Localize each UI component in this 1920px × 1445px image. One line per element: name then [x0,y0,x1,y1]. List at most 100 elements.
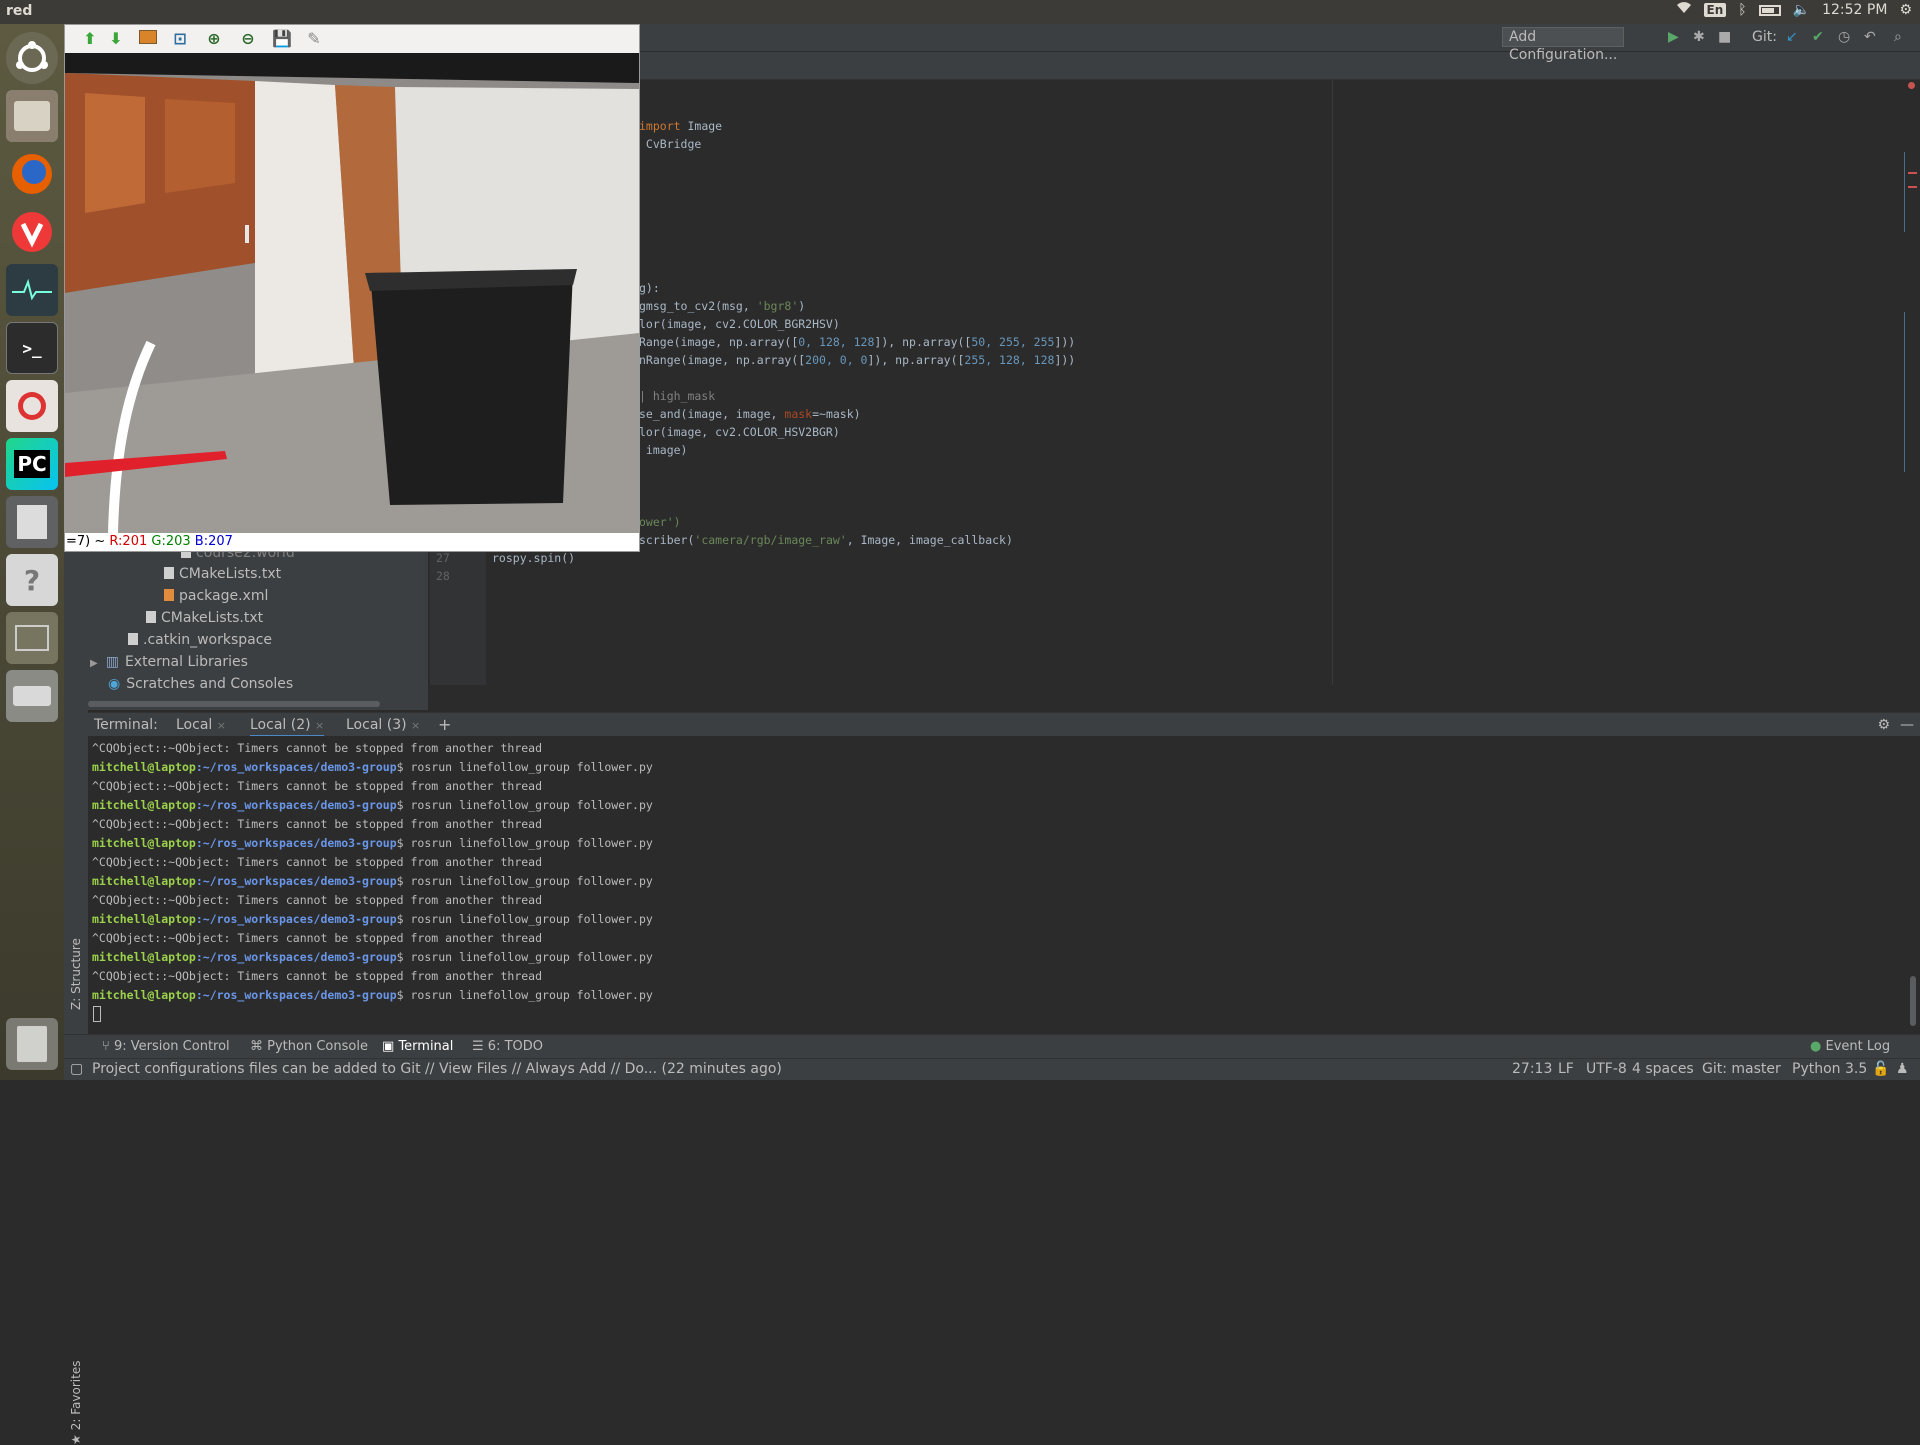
ubuntu-dash-icon[interactable] [6,32,58,84]
branch-icon: ⑂ [102,1039,110,1054]
tree-item-catkin-workspace[interactable]: .catkin_workspace [128,632,272,648]
code-line[interactable]: rospy.spin() [492,551,575,565]
battery-icon[interactable] [1758,4,1781,16]
code-line[interactable]: ower') [639,515,681,529]
tree-item-package-xml[interactable]: package.xml [164,588,268,604]
trash-icon[interactable] [6,1018,58,1070]
code-line[interactable]: CvBridge [639,137,701,151]
git-commit-icon[interactable]: ✔ [1812,29,1824,45]
structure-tool-button[interactable]: Z: Structure [69,938,83,1010]
terminal-prompt-line: mitchell@laptop:~/ros_workspaces/demo3-g… [92,760,653,774]
code-line[interactable]: se_and(image, image, mask=~mask) [639,407,861,421]
code-line[interactable]: image) [639,443,688,457]
arrow-up-icon[interactable]: ⬆ [79,29,101,49]
terminal-tab[interactable]: ▣ Terminal [382,1039,453,1054]
status-bar: ▢ Project configurations files can be ad… [64,1058,1920,1080]
workspace-switcher-icon[interactable] [6,612,58,664]
indent-setting[interactable]: 4 spaces [1632,1061,1694,1077]
keyboard-layout-indicator[interactable]: En [1703,3,1727,17]
zoom-in-icon[interactable]: ⊕ [203,29,225,49]
code-line[interactable]: g): [639,281,660,295]
project-tree: course2.world CMakeLists.txt package.xml… [88,545,428,710]
save-icon[interactable]: 💾 [271,29,293,49]
version-control-tab[interactable]: ⑂ 9: Version Control [102,1039,230,1054]
tree-item-cmakelists[interactable]: CMakeLists.txt [164,566,281,582]
tab-local-3[interactable]: Local (3) × [346,717,420,733]
file-encoding[interactable]: UTF-8 [1586,1061,1627,1077]
arrow-down-icon[interactable]: ⬇ [105,29,127,49]
fit-view-icon[interactable]: ⊡ [169,29,191,49]
pixel-green: G:203 [151,534,191,549]
history-icon[interactable]: ◷ [1838,29,1850,45]
code-line[interactable]: lor(image, cv2.COLOR_BGR2HSV) [639,317,840,331]
new-tab-button[interactable]: + [438,715,451,734]
python-interpreter[interactable]: Python 3.5 [1792,1061,1867,1077]
tree-horizontal-scrollbar[interactable] [88,701,380,707]
files-icon[interactable] [6,90,58,142]
code-line[interactable]: nRange(image, np.array([200, 0, 0]), np.… [639,353,1075,367]
zoom-out-icon[interactable]: ⊖ [237,29,259,49]
terminal-line: ^CQObject::~QObject: Timers cannot be st… [92,779,543,793]
notifications-icon[interactable]: ♟ [1896,1061,1909,1077]
help-icon[interactable]: ? [6,554,58,606]
add-configuration-button[interactable]: Add Configuration... [1502,27,1624,63]
lock-icon[interactable]: 🔓 [1872,1061,1889,1077]
terminal-output[interactable]: ^CQObject::~QObject: Timers cannot be st… [88,736,1920,1034]
run-icon[interactable]: ▶ [1668,29,1679,45]
tree-item-scratches[interactable]: ◉ Scratches and Consoles [108,676,293,692]
revert-icon[interactable]: ↶ [1864,29,1876,45]
vivaldi-icon[interactable] [6,206,58,258]
tree-item-external-libraries[interactable]: ▶ ▥ External Libraries [90,654,248,670]
line-separator[interactable]: LF [1558,1061,1574,1077]
terminal-settings-icon[interactable]: ⚙ [1877,717,1890,733]
camera-image[interactable] [65,53,639,533]
pycharm-icon[interactable]: PC [6,438,58,490]
code-string: 'bgr8' [756,299,799,313]
text-editor-icon[interactable] [6,380,58,432]
code-line[interactable]: lor(image, cv2.COLOR_HSV2BGR) [639,425,840,439]
event-log-tab[interactable]: ● Event Log [1810,1039,1890,1054]
terminal-icon[interactable]: >_ [6,322,58,374]
caret-position[interactable]: 27:13 [1512,1061,1552,1077]
list-icon: ☰ [472,1039,484,1054]
bluetooth-icon[interactable]: ᛒ [1738,2,1746,18]
tree-item-cmakelists-root[interactable]: CMakeLists.txt [146,610,263,626]
system-monitor-icon[interactable] [6,264,58,316]
todo-tab[interactable]: ☰ 6: TODO [472,1039,543,1054]
search-icon[interactable]: ⌕ [1894,29,1902,45]
calculator-icon[interactable] [6,496,58,548]
top-panel: red En ᛒ 🔈 12:52 PM ⚙ [0,0,1920,24]
status-message[interactable]: Project configurations files can be adde… [92,1061,782,1077]
firefox-icon[interactable] [6,148,58,200]
error-indicator-icon[interactable] [1908,82,1915,89]
volume-icon[interactable]: 🔈 [1793,2,1810,18]
stop-icon[interactable]: ■ [1718,29,1731,45]
image-icon[interactable] [137,29,159,49]
window-title: red [6,3,33,19]
clock[interactable]: 12:52 PM [1822,2,1887,18]
favorites-tool-button[interactable]: ★2: Favorites [69,1361,83,1445]
tab-local[interactable]: Local × [176,717,226,733]
debug-icon[interactable]: ✱ [1693,29,1705,45]
gear-icon[interactable]: ⚙ [1899,2,1912,18]
minimize-icon[interactable]: — [1900,717,1914,733]
terminal-scrollbar[interactable] [1910,976,1916,1026]
code-editor[interactable] [430,80,1920,685]
terminal-prompt-line: mitchell@laptop:~/ros_workspaces/demo3-g… [92,798,653,812]
scroll-indicator[interactable] [1904,312,1905,472]
code-line[interactable]: Range(image, np.array([0, 128, 128]), np… [639,335,1075,349]
code-line[interactable]: gmsg_to_cv2(msg, 'bgr8') [639,299,805,313]
code-line[interactable]: scriber('camera/rgb/image_raw', Image, i… [639,533,1013,547]
git-update-icon[interactable]: ↙ [1786,29,1798,45]
drive-icon[interactable] [6,670,58,722]
wifi-icon[interactable] [1676,2,1692,18]
git-branch[interactable]: Git: master [1702,1061,1781,1077]
line-number: 28 [436,569,450,583]
code-line[interactable]: import Image [639,119,722,133]
brush-icon[interactable]: ✎ [303,29,325,49]
status-window-icon[interactable]: ▢ [70,1061,83,1077]
pixel-red: R:201 [109,534,148,549]
python-console-tab[interactable]: ⌘ Python Console [250,1039,368,1054]
code-line[interactable]: | high_mask [639,389,715,403]
tab-local-2[interactable]: Local (2) × [250,717,325,738]
